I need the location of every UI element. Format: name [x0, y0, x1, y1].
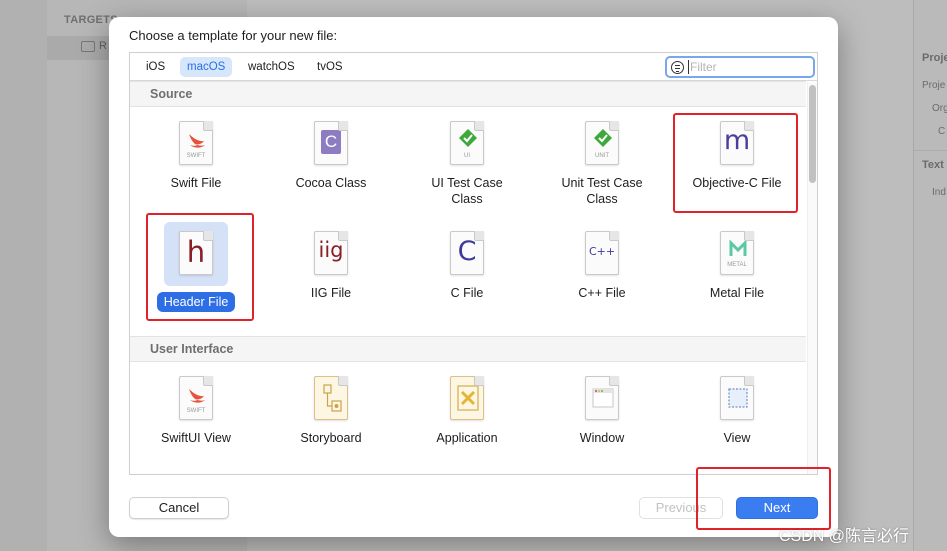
application-icon — [450, 376, 484, 420]
tab-watchos[interactable]: watchOS — [241, 57, 302, 77]
ui-test-case-icon: UI — [450, 121, 484, 165]
template-view[interactable]: View — [673, 376, 801, 446]
annotation-objective-c — [673, 113, 798, 213]
template-application[interactable]: Application — [403, 376, 531, 446]
template-storyboard[interactable]: Storyboard — [267, 376, 395, 446]
platform-toolbar: iOS macOS watchOS tvOS Filter — [130, 53, 817, 81]
template-ui-test-case-class[interactable]: UI UI Test Case Class — [403, 121, 531, 207]
template-label: C++ File — [578, 286, 626, 300]
template-label: Metal File — [709, 286, 765, 300]
template-label: Storyboard — [300, 431, 362, 445]
tab-tvos[interactable]: tvOS — [310, 57, 350, 77]
template-label: SwiftUI View — [161, 431, 231, 445]
sheet-title: Choose a template for your new file: — [129, 28, 338, 43]
template-window[interactable]: Window — [538, 376, 666, 446]
annotation-next-button — [696, 467, 831, 530]
unit-test-case-icon: UNIT — [585, 121, 619, 165]
cocoa-class-icon: C — [314, 121, 348, 165]
template-unit-test-case-class[interactable]: UNIT Unit Test Case Class — [538, 121, 666, 207]
template-label: UI Test Case Class — [431, 176, 503, 206]
section-title: Source — [150, 87, 193, 101]
template-c-file[interactable]: C C File — [403, 231, 531, 301]
template-label: View — [723, 431, 751, 445]
template-cocoa-class[interactable]: C Cocoa Class — [267, 121, 395, 191]
filter-icon — [671, 61, 684, 74]
template-label: Cocoa Class — [295, 176, 367, 190]
template-label: Window — [579, 431, 625, 445]
cpp-file-icon: C++ — [585, 231, 619, 275]
template-scrollbar[interactable] — [807, 82, 817, 474]
template-swiftui-view[interactable]: SWIFT SwiftUI View — [132, 376, 260, 446]
template-label: Swift File — [170, 176, 222, 190]
section-header-source: Source — [130, 81, 806, 107]
iig-file-icon: iig — [314, 231, 348, 275]
filter-placeholder: Filter — [688, 60, 717, 74]
watermark: CSDN @陈言必行 — [779, 528, 910, 545]
template-label: C File — [450, 286, 484, 300]
template-label: IIG File — [310, 286, 352, 300]
template-metal-file[interactable]: METAL Metal File — [673, 231, 801, 301]
window-icon — [585, 376, 619, 420]
scrollbar-thumb[interactable] — [809, 85, 816, 183]
section-title: User Interface — [150, 342, 234, 356]
swift-file-icon: SWIFT — [179, 121, 213, 165]
storyboard-icon — [314, 376, 348, 420]
template-label: Unit Test Case Class — [561, 176, 643, 206]
template-swift-file[interactable]: SWIFT Swift File — [132, 121, 260, 191]
view-icon — [720, 376, 754, 420]
template-iig-file[interactable]: iig IIG File — [267, 231, 395, 301]
tab-ios[interactable]: iOS — [139, 57, 172, 77]
tab-macos[interactable]: macOS — [180, 57, 233, 77]
c-file-icon: C — [450, 231, 484, 275]
metal-file-icon: METAL — [720, 231, 754, 275]
swiftui-view-icon: SWIFT — [179, 376, 213, 420]
template-cpp-file[interactable]: C++ C++ File — [538, 231, 666, 301]
template-label: Application — [436, 431, 498, 445]
filter-field[interactable]: Filter — [665, 56, 815, 78]
section-header-user-interface: User Interface — [130, 336, 806, 362]
annotation-header-file — [146, 213, 254, 321]
cancel-button[interactable]: Cancel — [129, 497, 229, 519]
